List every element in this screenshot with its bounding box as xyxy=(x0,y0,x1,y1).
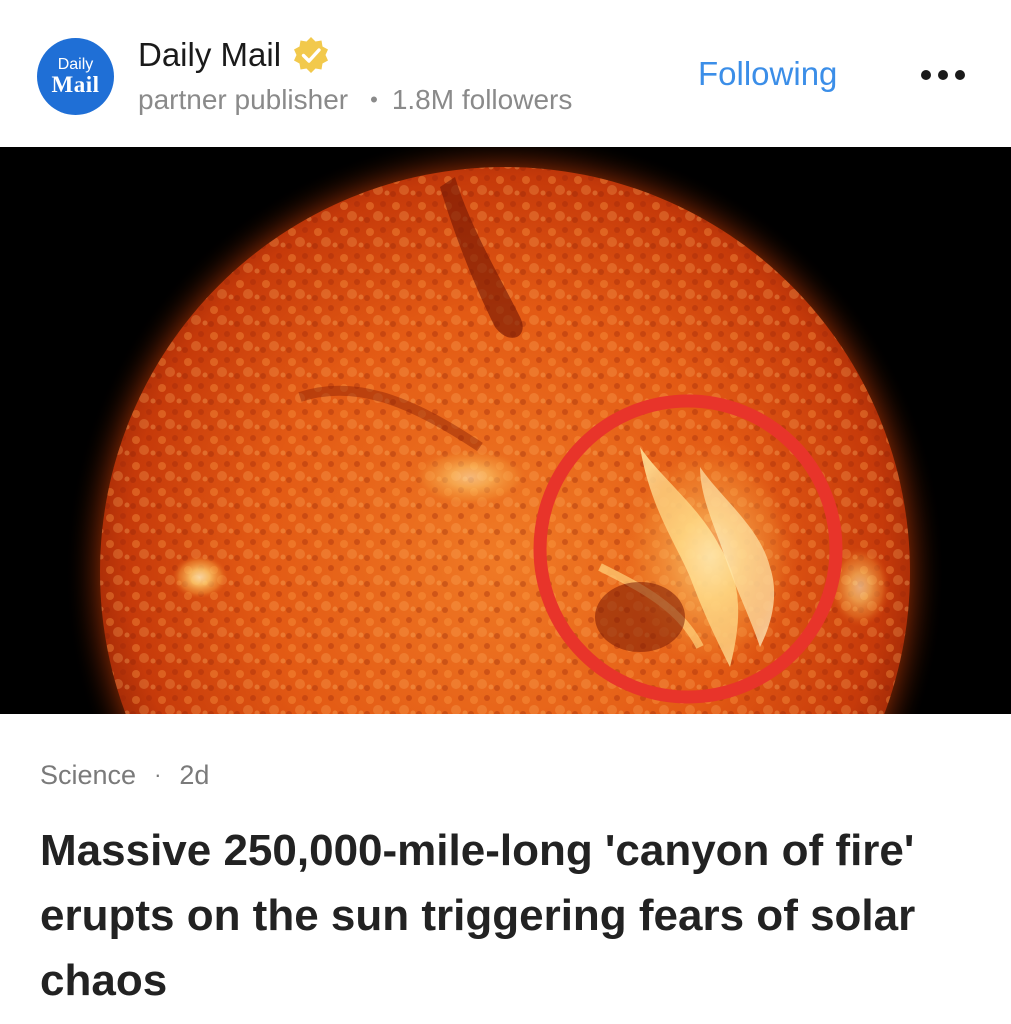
verified-badge-icon xyxy=(291,35,331,75)
following-button[interactable]: Following xyxy=(690,50,845,98)
more-dot xyxy=(921,70,931,80)
publisher-name-row: Daily Mail xyxy=(138,30,331,80)
follower-count: 1.8M followers xyxy=(391,84,573,115)
meta-separator: · xyxy=(154,762,162,787)
more-dot xyxy=(938,70,948,80)
publisher-logo[interactable]: Daily Mail xyxy=(37,38,114,115)
meta-separator: • xyxy=(370,87,378,112)
sun-image xyxy=(0,147,1011,714)
article-category[interactable]: Science xyxy=(40,760,136,791)
more-dot xyxy=(955,70,965,80)
publisher-header: Daily Mail Daily Mail partner publisher … xyxy=(0,0,1011,147)
publisher-meta: partner publisher • 1.8M followers xyxy=(138,80,572,120)
article-meta: Science · 2d xyxy=(40,755,209,795)
publisher-name[interactable]: Daily Mail xyxy=(138,36,281,74)
article-card[interactable]: Daily Mail Daily Mail partner publisher … xyxy=(0,0,1011,1024)
logo-mail-text: Mail xyxy=(51,72,100,97)
publisher-role: partner publisher xyxy=(138,84,349,115)
article-age: 2d xyxy=(179,759,210,790)
logo-daily-text: Daily xyxy=(57,56,94,73)
article-headline[interactable]: Massive 250,000-mile-long 'canyon of fir… xyxy=(40,818,980,1013)
more-options-icon[interactable] xyxy=(910,55,976,95)
hero-image[interactable] xyxy=(0,147,1011,714)
